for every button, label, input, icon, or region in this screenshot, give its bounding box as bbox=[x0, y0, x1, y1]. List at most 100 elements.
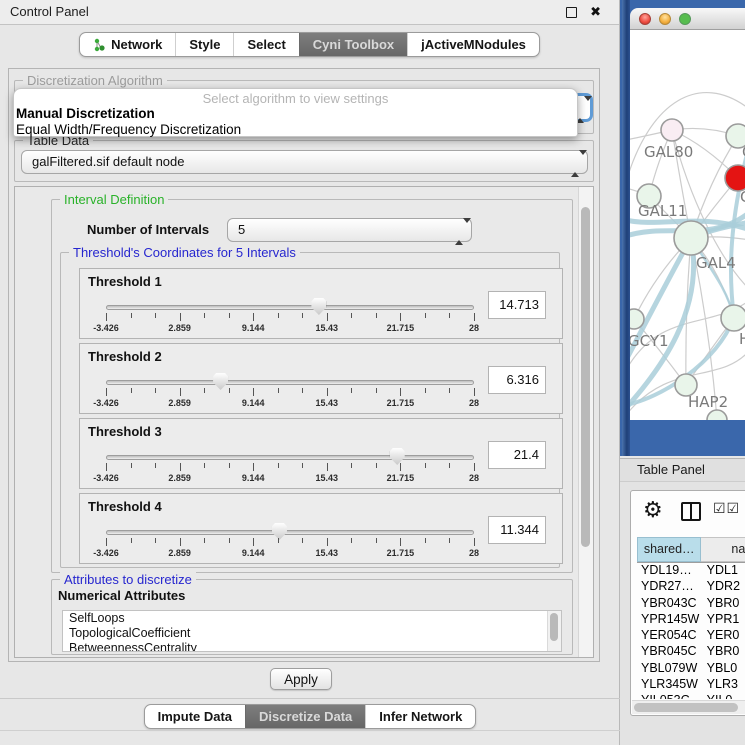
table-rows: YDL19…YDL1YDR27…YDR2YBR043CYBR0YPR145WYP… bbox=[637, 563, 745, 699]
tab-strip: Network Style Select Cyni Toolbox jActiv… bbox=[79, 32, 540, 57]
table-row[interactable]: YIL053CYIL0 bbox=[637, 693, 745, 699]
zoom-traffic-light-icon[interactable] bbox=[679, 13, 691, 25]
attributes-list: SelfLoopsTopologicalCoefficientBetweenne… bbox=[62, 610, 562, 652]
network-node[interactable] bbox=[630, 309, 644, 329]
threshold-slider[interactable]: -3.4262.8599.14415.4321.71528 bbox=[106, 447, 474, 487]
tab-label: Discretize Data bbox=[259, 705, 352, 728]
tab-jactivemnodules[interactable]: jActiveMNodules bbox=[407, 33, 539, 56]
tick-label: 9.144 bbox=[242, 323, 265, 333]
threshold-2-panel: Threshold 2 -3.4262.8599.14415.4321.7152… bbox=[79, 343, 563, 414]
tick-label: -3.426 bbox=[93, 398, 119, 408]
float-panel-icon[interactable] bbox=[566, 7, 577, 18]
threshold-value-field[interactable]: 11.344 bbox=[488, 516, 546, 544]
table-header-row: shared… na bbox=[637, 537, 745, 563]
table-row[interactable]: YBR045CYBR0 bbox=[637, 644, 745, 660]
dropdown-option-manual-discretization[interactable]: Manual Discretization bbox=[14, 106, 577, 122]
table-row[interactable]: YLR345WYLR3 bbox=[637, 677, 745, 693]
slider-tick-labels: -3.4262.8599.14415.4321.71528 bbox=[106, 548, 474, 560]
network-node[interactable] bbox=[674, 221, 708, 255]
control-panel: Control Panel ✖ Network Style Select bbox=[0, 0, 620, 745]
slider-track[interactable] bbox=[106, 305, 474, 310]
attribute-item[interactable]: SelfLoops bbox=[63, 611, 561, 626]
tab-discretize-data[interactable]: Discretize Data bbox=[245, 705, 365, 728]
table-row[interactable]: YER054CYER0 bbox=[637, 628, 745, 644]
tab-network[interactable]: Network bbox=[80, 33, 175, 56]
column-header-shared-name[interactable]: shared… bbox=[637, 537, 701, 562]
tick-label: 2.859 bbox=[168, 398, 191, 408]
screen: Control Panel ✖ Network Style Select bbox=[0, 0, 745, 745]
scrollbar-thumb[interactable] bbox=[634, 703, 738, 712]
tab-style[interactable]: Style bbox=[175, 33, 233, 56]
tick-label: 28 bbox=[469, 398, 479, 408]
close-traffic-light-icon[interactable] bbox=[639, 13, 651, 25]
tick-label: 9.144 bbox=[242, 548, 265, 558]
table-row[interactable]: YBR043CYBR0 bbox=[637, 596, 745, 612]
threshold-slider[interactable]: -3.4262.8599.14415.4321.71528 bbox=[106, 297, 474, 337]
network-node[interactable] bbox=[707, 410, 727, 420]
threshold-value-field[interactable]: 14.713 bbox=[488, 291, 546, 319]
close-icon[interactable]: ✖ bbox=[590, 0, 601, 24]
network-canvas[interactable]: GAL80GACGAL11GAL4GCY1HHAP2 bbox=[630, 30, 745, 420]
dropdown-placeholder: Select algorithm to view settings bbox=[14, 91, 577, 106]
minimize-traffic-light-icon[interactable] bbox=[659, 13, 671, 25]
apply-button[interactable]: Apply bbox=[270, 668, 332, 690]
group-title: Discretization Algorithm bbox=[23, 73, 167, 88]
tab-cyni-toolbox[interactable]: Cyni Toolbox bbox=[299, 33, 407, 56]
table-row[interactable]: YDL19…YDL1 bbox=[637, 563, 745, 579]
threshold-1-panel: Threshold 1 -3.4262.8599.14415.4321.7152… bbox=[79, 268, 563, 339]
cyni-bottom-tabbar: Impute Data Discretize Data Infer Networ… bbox=[0, 704, 620, 729]
tick-label: -3.426 bbox=[93, 548, 119, 558]
settings-vertical-scrollbar[interactable] bbox=[578, 187, 593, 657]
table-horizontal-scrollbar[interactable] bbox=[632, 700, 745, 714]
attributes-items: SelfLoopsTopologicalCoefficientBetweenne… bbox=[63, 611, 561, 652]
attribute-item[interactable]: TopologicalCoefficient bbox=[63, 626, 561, 641]
tick-label: 15.43 bbox=[316, 323, 339, 333]
scrollbar-thumb[interactable] bbox=[550, 613, 558, 641]
table-row[interactable]: YBL079WYBL0 bbox=[637, 661, 745, 677]
threshold-value-field[interactable]: 21.4 bbox=[488, 441, 546, 469]
threshold-slider[interactable]: -3.4262.8599.14415.4321.71528 bbox=[106, 522, 474, 562]
settings-scroll-panel: Interval Definition Number of Intervals … bbox=[14, 186, 594, 658]
node-label: GAL80 bbox=[644, 143, 693, 161]
tick-label: 21.715 bbox=[387, 398, 415, 408]
combobox-value: 5 bbox=[238, 219, 245, 241]
tick-label: 21.715 bbox=[387, 473, 415, 483]
table-data-combobox[interactable]: galFiltered.sif default node bbox=[21, 150, 588, 174]
tab-select[interactable]: Select bbox=[233, 33, 298, 56]
attributes-group: Attributes to discretize Numerical Attri… bbox=[51, 579, 573, 655]
attributes-list-scrollbar[interactable] bbox=[547, 611, 561, 651]
attribute-item[interactable]: BetweennessCentrality bbox=[63, 641, 561, 652]
slider-ticks bbox=[106, 538, 474, 547]
tick-label: 2.859 bbox=[168, 323, 191, 333]
num-intervals-combobox[interactable]: 5 bbox=[227, 218, 472, 242]
tab-label: Impute Data bbox=[158, 705, 232, 728]
split-columns-icon[interactable] bbox=[681, 502, 701, 521]
gear-icon[interactable]: ⚙ bbox=[643, 497, 663, 523]
slider-track[interactable] bbox=[106, 380, 474, 385]
tab-label: Infer Network bbox=[379, 705, 462, 728]
node-table-card: ⚙ ☑☑ shared… na YDL19…YDL1YDR27…YDR2YBR0… bbox=[630, 490, 745, 716]
slider-ticks bbox=[106, 463, 474, 472]
node-label: GCY1 bbox=[630, 332, 669, 350]
table-row[interactable]: YDR27…YDR2 bbox=[637, 579, 745, 595]
network-window-titlebar[interactable] bbox=[630, 8, 745, 30]
network-node[interactable] bbox=[721, 305, 745, 331]
slider-track[interactable] bbox=[106, 530, 474, 535]
threshold-label: Threshold 2 bbox=[88, 349, 162, 364]
tab-infer-network[interactable]: Infer Network bbox=[365, 705, 475, 728]
column-header-name[interactable]: na bbox=[701, 537, 745, 562]
dropdown-option-equal-width-frequency[interactable]: Equal Width/Frequency Discretization bbox=[14, 122, 577, 138]
slider-track[interactable] bbox=[106, 455, 474, 460]
tick-label: 9.144 bbox=[242, 398, 265, 408]
tick-label: 28 bbox=[469, 323, 479, 333]
threshold-slider[interactable]: -3.4262.8599.14415.4321.71528 bbox=[106, 372, 474, 412]
divider bbox=[0, 730, 620, 731]
table-row[interactable]: YPR145WYPR1 bbox=[637, 612, 745, 628]
threshold-value-field[interactable]: 6.316 bbox=[488, 366, 546, 394]
tab-impute-data[interactable]: Impute Data bbox=[145, 705, 245, 728]
scrollbar-thumb[interactable] bbox=[581, 207, 590, 547]
divider bbox=[0, 698, 620, 699]
select-columns-icon[interactable]: ☑☑ bbox=[713, 500, 740, 517]
tick-label: 21.715 bbox=[387, 323, 415, 333]
network-node[interactable] bbox=[661, 119, 683, 141]
